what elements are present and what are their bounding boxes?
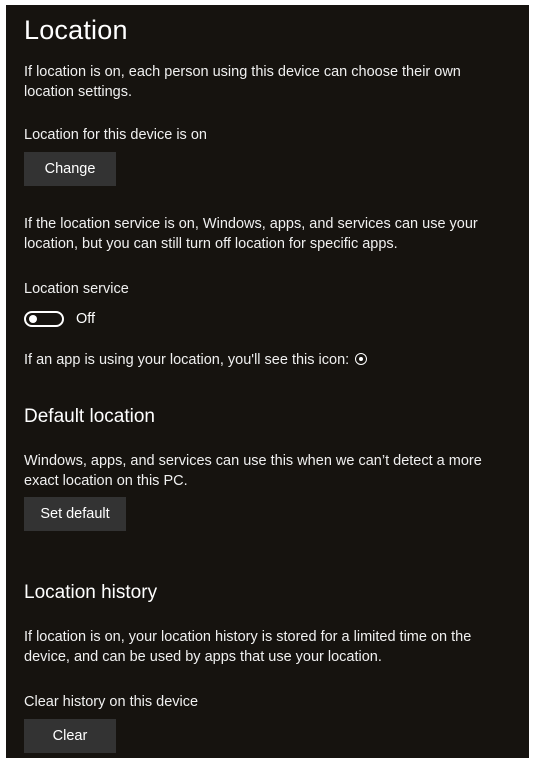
clear-button[interactable]: Clear: [24, 719, 116, 753]
location-icon-note: If an app is using your location, you'll…: [24, 352, 350, 368]
location-service-description: If the location service is on, Windows, …: [24, 216, 478, 252]
toggle-knob: [29, 315, 37, 323]
location-icon-note-row: If an app is using your location, you'll…: [24, 350, 494, 370]
change-button[interactable]: Change: [24, 152, 116, 186]
default-location-description: Windows, apps, and services can use this…: [24, 453, 482, 489]
location-in-use-icon: [355, 353, 368, 365]
device-location-status: Location for this device is on: [24, 127, 207, 143]
clear-history-label: Clear history on this device: [24, 694, 199, 710]
location-history-description: If location is on, your location history…: [24, 629, 472, 665]
location-service-toggle[interactable]: [24, 311, 64, 327]
page-title: Location: [24, 15, 128, 45]
set-default-button[interactable]: Set default: [24, 497, 126, 531]
location-settings-panel: Location If location is on, each person …: [6, 5, 529, 758]
location-intro-text: If location is on, each person using thi…: [24, 64, 461, 100]
toggle-state-label: Off: [76, 311, 96, 327]
default-location-heading: Default location: [24, 406, 155, 427]
location-service-toggle-row: Off: [24, 309, 95, 329]
location-service-label: Location service: [24, 281, 129, 297]
location-history-heading: Location history: [24, 582, 158, 603]
